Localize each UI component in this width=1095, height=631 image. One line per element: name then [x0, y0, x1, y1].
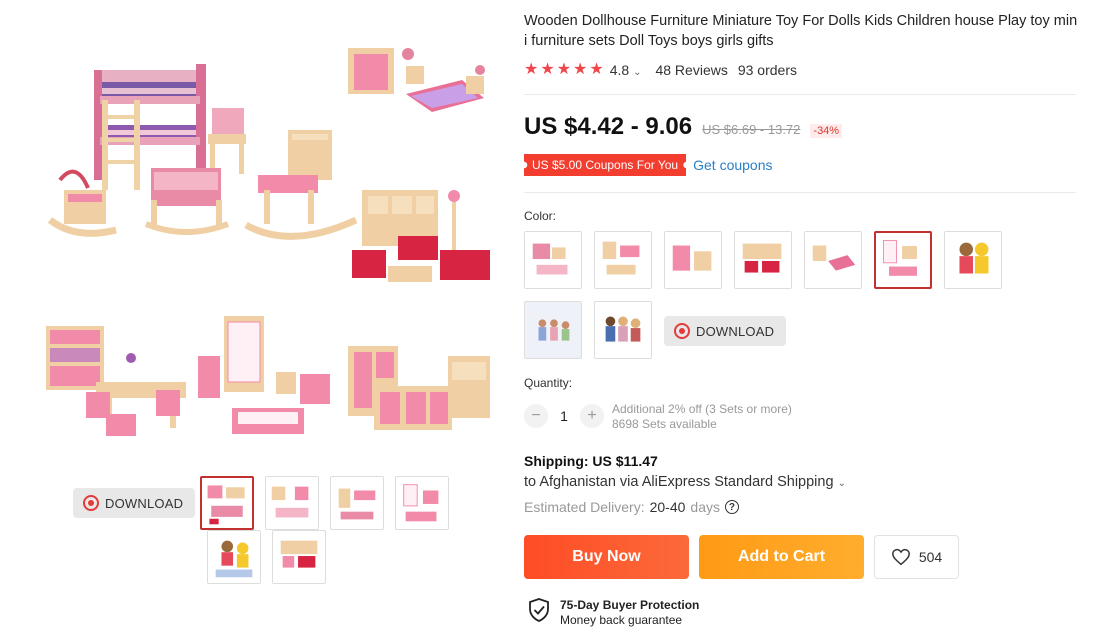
main-product-image[interactable] — [36, 30, 502, 460]
divider — [524, 192, 1076, 193]
color-swatch-4[interactable] — [734, 231, 792, 289]
download-label: DOWNLOAD — [105, 495, 184, 511]
download-target-icon — [83, 495, 99, 511]
get-coupons-link[interactable]: Get coupons — [693, 157, 772, 173]
divider — [524, 94, 1076, 95]
color-label: Color: — [524, 209, 557, 223]
wishlist-button[interactable]: 504 — [874, 535, 959, 579]
chevron-down-icon: ⌄ — [837, 478, 846, 489]
stock-available: 8698 Sets available — [612, 417, 717, 431]
add-to-cart-button[interactable]: Add to Cart — [699, 535, 864, 579]
estimated-delivery-unit: days — [690, 499, 720, 515]
quantity-increase-button[interactable]: + — [580, 404, 604, 428]
bulk-discount-note: Additional 2% off (3 Sets or more) — [612, 402, 792, 416]
protection-subtitle: Money back guarantee — [560, 613, 683, 627]
color-swatch-6-selected[interactable] — [874, 231, 932, 289]
star-icon: ★ — [540, 61, 555, 78]
color-swatch-7[interactable] — [944, 231, 1002, 289]
quantity-decrease-button[interactable]: − — [524, 404, 548, 428]
color-swatch-9[interactable] — [594, 301, 652, 359]
estimated-delivery-value: 20-40 — [649, 499, 686, 515]
star-icon: ★ — [589, 61, 604, 78]
rating-value[interactable]: 4.8 ⌄ — [610, 62, 642, 78]
buy-now-button[interactable]: Buy Now — [524, 535, 689, 579]
gallery-thumb-3[interactable] — [330, 476, 384, 530]
gallery-thumb-6[interactable] — [272, 530, 326, 584]
download-label: DOWNLOAD — [696, 323, 775, 339]
chevron-down-icon: ⌄ — [633, 67, 642, 78]
color-swatch-3[interactable] — [664, 231, 722, 289]
color-swatch-5[interactable] — [804, 231, 862, 289]
rating-row: ★ ★ ★ ★ ★ 4.8 ⌄ 48 Reviews 93 orders — [524, 60, 797, 80]
heart-icon — [891, 548, 910, 566]
gallery-thumb-2[interactable] — [265, 476, 319, 530]
quantity-stepper: − 1 + — [524, 404, 604, 428]
color-swatch-1[interactable] — [524, 231, 582, 289]
color-swatch-8[interactable] — [524, 301, 582, 359]
star-icon: ★ — [573, 61, 588, 78]
estimated-delivery: Estimated Delivery: 20-40 days ? — [524, 499, 739, 515]
star-icon: ★ — [524, 61, 539, 78]
download-button[interactable]: DOWNLOAD — [73, 488, 196, 518]
gallery-thumb-5[interactable] — [207, 530, 261, 584]
current-price: US $4.42 - 9.06 — [524, 113, 693, 140]
color-swatch-2[interactable] — [594, 231, 652, 289]
coupon-row: US $5.00 Coupons For You Get coupons — [524, 154, 773, 176]
download-target-icon — [674, 323, 690, 339]
discount-badge: -34% — [810, 124, 843, 138]
coupon-badge[interactable]: US $5.00 Coupons For You — [524, 154, 687, 176]
quantity-label: Quantity: — [524, 376, 573, 390]
product-title: Wooden Dollhouse Furniture Miniature Toy… — [524, 13, 1078, 49]
estimated-delivery-label: Estimated Delivery: — [524, 499, 645, 515]
product-photo — [46, 48, 490, 436]
quantity-input[interactable]: 1 — [548, 408, 580, 424]
download-button[interactable]: DOWNLOAD — [664, 316, 787, 346]
buyer-protection: 75-Day Buyer Protection Money back guara… — [528, 598, 699, 628]
star-icon: ★ — [556, 61, 572, 78]
wishlist-count: 504 — [918, 549, 943, 565]
reviews-link[interactable]: 48 Reviews — [655, 62, 727, 78]
original-price: US $6.69 - 13.72 — [702, 122, 801, 137]
shield-check-icon — [529, 598, 549, 622]
gallery-thumb-4[interactable] — [395, 476, 449, 530]
shipping-destination[interactable]: to Afghanistan via AliExpress Standard S… — [524, 474, 846, 490]
gallery-thumb-1[interactable] — [200, 476, 254, 530]
star-rating: ★ ★ ★ ★ ★ — [524, 62, 604, 78]
help-icon[interactable]: ? — [724, 500, 739, 514]
price-row: US $4.42 - 9.06 US $6.69 - 13.72 -34% — [524, 113, 843, 141]
orders-count: 93 orders — [737, 62, 797, 78]
quantity-note: Additional 2% off (3 Sets or more) 8698 … — [612, 402, 792, 432]
shipping-price: Shipping: US $11.47 — [524, 453, 658, 469]
protection-title: 75-Day Buyer Protection — [560, 598, 700, 612]
